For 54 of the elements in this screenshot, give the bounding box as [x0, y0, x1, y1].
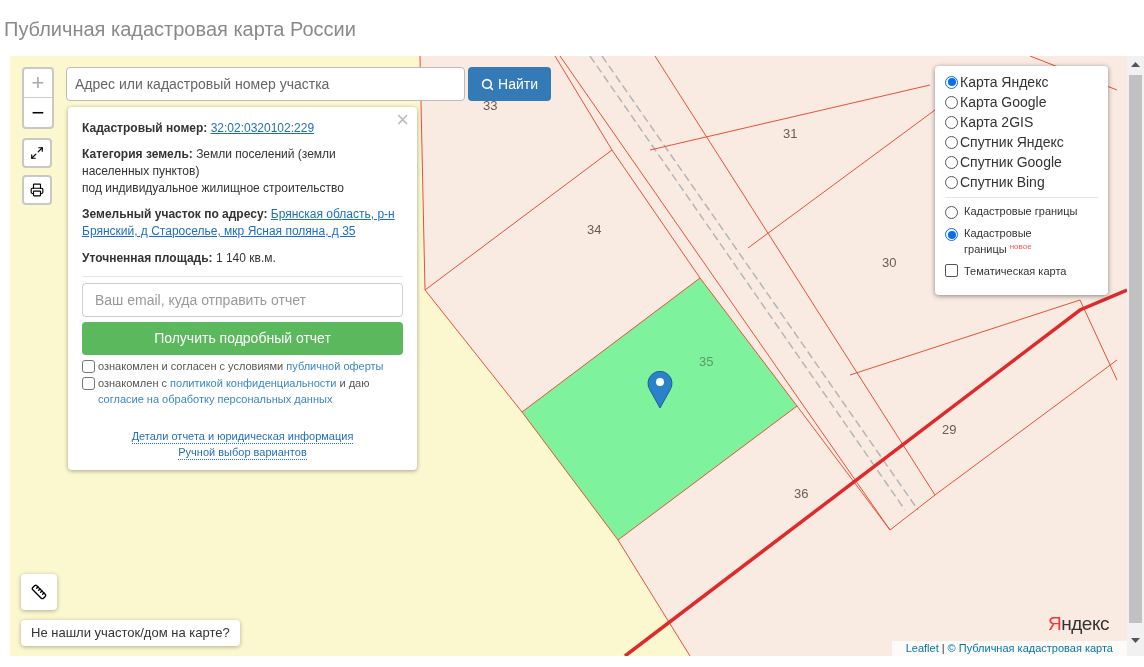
parcel-number: 30 — [882, 254, 897, 272]
new-label: новое — [1009, 242, 1032, 251]
search-button[interactable]: Найти — [468, 67, 551, 101]
zoom-out-button[interactable]: − — [24, 98, 52, 127]
search-icon — [481, 77, 494, 91]
layer-label: Карта Google — [960, 92, 1047, 112]
cadastral-number-link[interactable]: 32:02:0320102:229 — [210, 121, 315, 135]
layer-label: Спутник Bing — [960, 172, 1045, 192]
print-button[interactable] — [22, 175, 52, 205]
scrollbar[interactable] — [1127, 56, 1144, 656]
info-link[interactable]: Детали отчета и юридическая информация — [131, 429, 354, 444]
map-provider-logo: Яндекс — [1047, 612, 1109, 636]
agreement-checkbox[interactable] — [82, 377, 95, 390]
info-link[interactable]: Ручной выбор вариантов — [178, 445, 307, 460]
scroll-down-icon — [1131, 638, 1140, 643]
parcel-number: 35 — [699, 353, 714, 371]
attribution-separator: | — [941, 641, 945, 656]
agreement-link[interactable]: политикой конфиденциальности — [170, 377, 337, 389]
agreement-checkbox[interactable] — [82, 360, 95, 373]
agreement-link[interactable]: согласие на обработку персональных данных — [98, 393, 333, 405]
layer-checkbox[interactable] — [945, 264, 958, 277]
ruler-button[interactable] — [21, 574, 57, 610]
layer-label: Карта 2GIS — [960, 112, 1034, 132]
layer-label: Карта Яндекс — [960, 72, 1049, 92]
agreement-text: ознакомлен с политикой конфиденциальности и даю согласие на обработку персональных данных — [98, 376, 371, 407]
layer-label: Спутник Яндекс — [960, 132, 1064, 152]
map[interactable] — [10, 56, 1127, 656]
parcel-number: 31 — [783, 125, 798, 143]
email-field[interactable]: Ваш email, куда отправить отчет — [82, 283, 403, 317]
agreement-link[interactable]: публичной оферты — [286, 360, 384, 372]
parcel-area: Уточненная площадь: 1 140 кв.м. — [82, 249, 403, 267]
attribution-link[interactable]: © Публичная кадастровая карта — [947, 641, 1113, 656]
agreement-text: ознакомлен и согласен с условиями публичной оферты — [98, 359, 384, 374]
parcel-number: 34 — [587, 221, 602, 239]
parcel-number: 36 — [794, 485, 809, 503]
leaflet-link[interactable]: Leaflet — [905, 641, 939, 656]
layer-label: Тематическая карта — [964, 264, 1068, 279]
expand-icon — [30, 146, 44, 160]
cadastral-number: Кадастровый номер: 32:02:0320102:229 — [82, 120, 316, 137]
fullscreen-button[interactable] — [22, 138, 52, 168]
scrollbar-thumb[interactable] — [1129, 75, 1142, 623]
search-field[interactable]: Адрес или кадастровый номер участка — [66, 67, 465, 101]
help-button[interactable]: Не нашли участок/дом на карте? — [21, 620, 240, 646]
map-marker-icon — [647, 370, 673, 409]
page-title: Публичная кадастровая карта России — [4, 17, 356, 42]
parcel-number: 29 — [942, 421, 957, 439]
parcel-address: Земельный участок по адресу: Брянская область, р-н Брянский, д Староселье, мкр Ясная поляна, д 35 — [82, 206, 396, 240]
layer-label: Кадастровые границы $^{новое}$ — [964, 226, 1033, 257]
land-category: Категория земель: Земли поселений (земли населенных пунктов) под индивидуальное жилищное строительство — [82, 146, 345, 197]
ruler-icon — [31, 584, 47, 600]
scroll-up-icon — [1131, 62, 1140, 67]
layer-label: Спутник Google — [960, 152, 1062, 172]
layer-label: Кадастровые границы — [964, 204, 1079, 219]
print-icon — [30, 183, 44, 197]
